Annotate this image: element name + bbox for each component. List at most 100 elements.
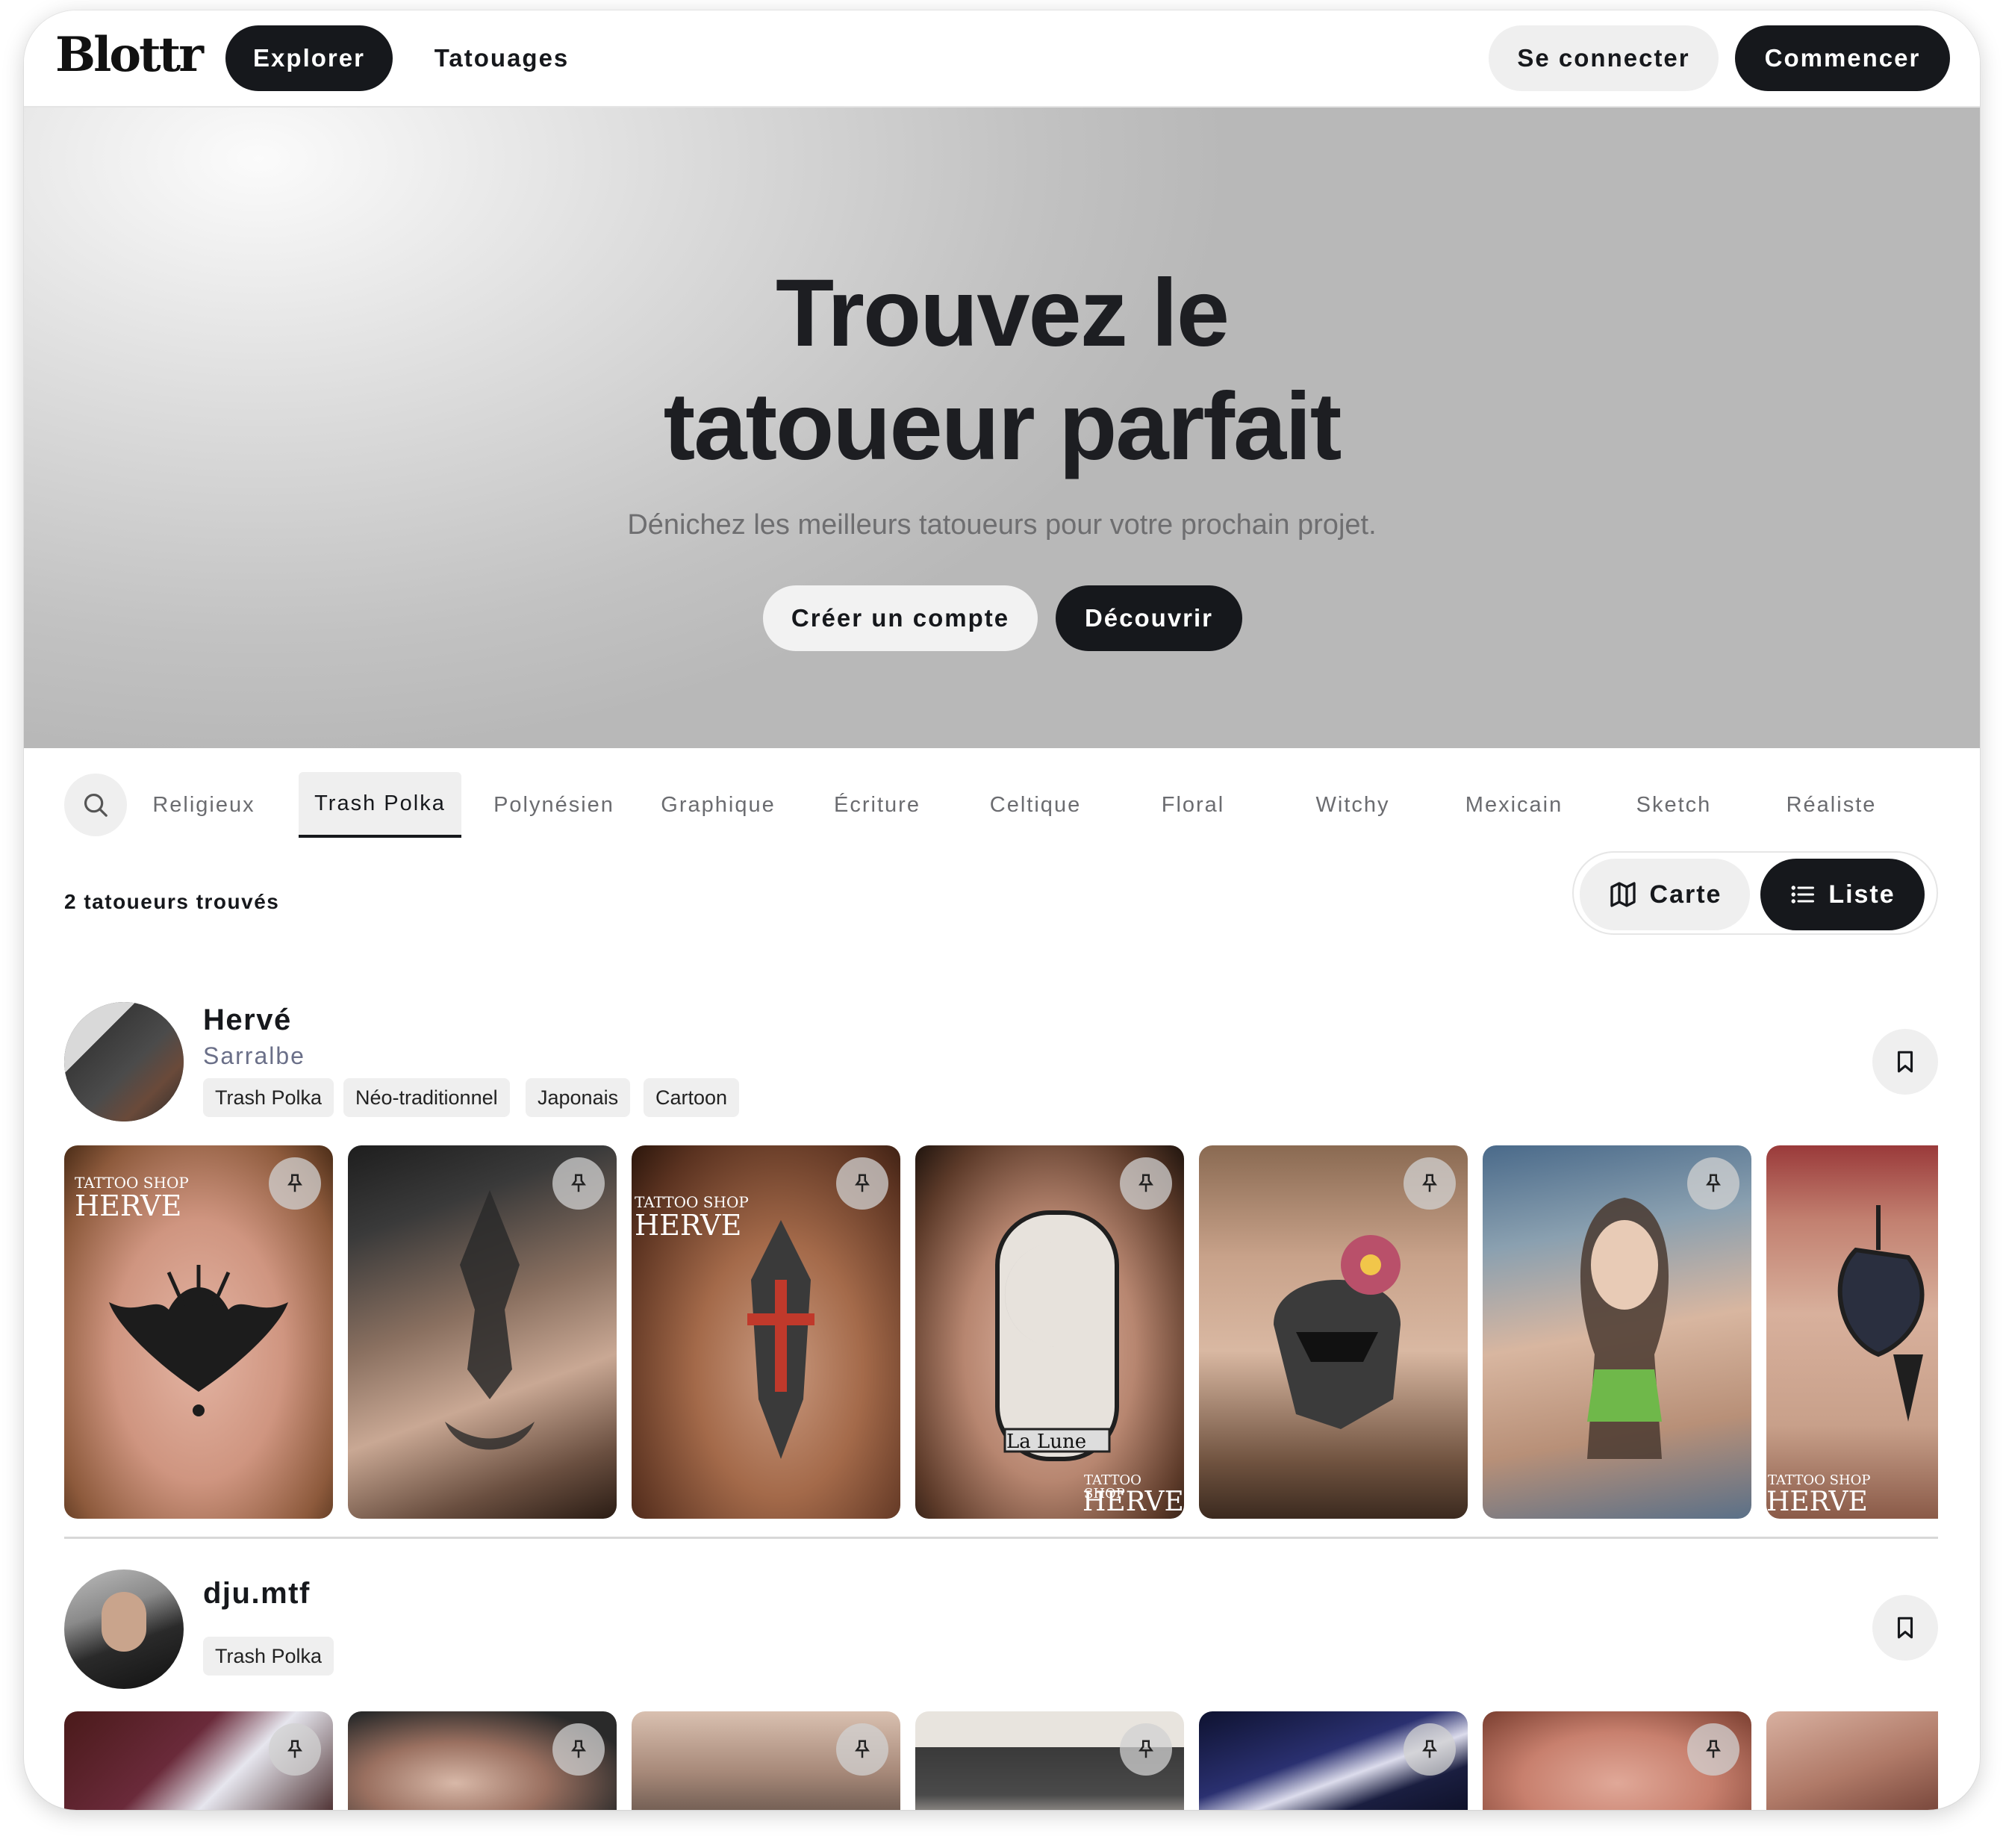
pin-button[interactable] xyxy=(1120,1157,1172,1210)
login-button[interactable]: Se connecter xyxy=(1489,25,1719,91)
category-mexicain[interactable]: Mexicain xyxy=(1454,772,1574,838)
avatar-photo xyxy=(102,1592,146,1652)
artist-name[interactable]: dju.mtf xyxy=(203,1577,311,1611)
hero-title-line1: Trouvez le xyxy=(776,260,1230,367)
watermark-shop: TATTOO SHOP xyxy=(635,1193,749,1211)
map-icon xyxy=(1610,882,1636,907)
logo[interactable]: Blottr xyxy=(55,27,204,83)
artist-tag: Japonais xyxy=(526,1078,631,1117)
pin-icon xyxy=(287,1740,302,1758)
watermark-name: HERVE xyxy=(1766,1487,1868,1517)
category-floral[interactable]: Floral xyxy=(1141,772,1245,838)
artist-tag: Trash Polka xyxy=(203,1078,334,1117)
tattoo-thumbnail[interactable] xyxy=(348,1145,617,1519)
pin-button[interactable] xyxy=(1120,1723,1172,1776)
tattoo-art xyxy=(747,1220,814,1459)
pin-button[interactable] xyxy=(1687,1157,1739,1210)
category-polynesien[interactable]: Polynésien xyxy=(487,772,621,838)
artist-name[interactable]: Hervé xyxy=(203,1004,292,1037)
pin-icon xyxy=(1138,1174,1153,1192)
bookmark-button[interactable] xyxy=(1872,1029,1938,1095)
pin-button[interactable] xyxy=(1404,1723,1456,1776)
map-view-button[interactable]: Carte xyxy=(1580,859,1750,930)
hero-title-line2: tatoueur parfait xyxy=(663,373,1342,480)
category-realiste[interactable]: Réaliste xyxy=(1775,772,1887,838)
artist-divider xyxy=(64,1537,1938,1539)
avatar[interactable] xyxy=(64,1002,184,1121)
bookmark-icon xyxy=(1897,1617,1913,1639)
pin-button[interactable] xyxy=(552,1157,605,1210)
bookmark-icon xyxy=(1897,1051,1913,1073)
tattoo-thumbnail[interactable]: TATTOO SHOP HERVE xyxy=(64,1145,333,1519)
pin-icon xyxy=(1706,1174,1721,1192)
bookmark-button[interactable] xyxy=(1872,1595,1938,1661)
pin-icon xyxy=(287,1174,302,1192)
tattoo-thumbnail[interactable] xyxy=(1199,1145,1468,1519)
artist-tag: Trash Polka xyxy=(203,1637,334,1676)
pin-button[interactable] xyxy=(552,1723,605,1776)
pin-button[interactable] xyxy=(1404,1157,1456,1210)
watermark-name: HERVE xyxy=(75,1189,182,1222)
artist-tag: Cartoon xyxy=(644,1078,740,1117)
start-button[interactable]: Commencer xyxy=(1735,25,1950,91)
search-icon xyxy=(84,793,108,817)
tattoo-art xyxy=(1274,1235,1401,1429)
list-icon xyxy=(1791,886,1815,903)
tattoo-thumbnail[interactable]: La Lune TATTOO SHOP HERVE xyxy=(915,1145,1184,1519)
category-witchy[interactable]: Witchy xyxy=(1300,772,1405,838)
artist-city: Sarralbe xyxy=(203,1042,305,1069)
pin-icon xyxy=(1706,1740,1721,1758)
tattoo-thumbnail[interactable] xyxy=(632,1711,900,1810)
tattoo-thumbnail[interactable] xyxy=(64,1711,333,1810)
tattoo-thumbnail[interactable] xyxy=(915,1711,1184,1810)
view-toggle: Carte Liste xyxy=(1572,851,1938,935)
tattoo-thumbnail[interactable] xyxy=(1483,1145,1751,1519)
category-celtique[interactable]: Celtique xyxy=(979,772,1091,838)
watermark-text: La Lune xyxy=(1006,1431,1087,1453)
tattoo-thumbnail[interactable] xyxy=(1483,1711,1751,1810)
tattoo-thumbnail[interactable]: TATTOO SHOP HERVE xyxy=(632,1145,900,1519)
hero-title: Trouvez le tatoueur parfait xyxy=(24,257,1980,484)
tattoo-art xyxy=(1580,1198,1669,1459)
discover-button[interactable]: Découvrir xyxy=(1056,585,1242,651)
list-view-label: Liste xyxy=(1828,880,1895,909)
tattoo-thumbnail[interactable]: TATTOO SHOP HERVE xyxy=(1766,1145,1938,1519)
tattoo-thumbnail[interactable] xyxy=(1199,1711,1468,1810)
create-account-button[interactable]: Créer un compte xyxy=(763,585,1038,651)
pin-icon xyxy=(855,1174,870,1192)
category-religieux[interactable]: Religieux xyxy=(148,772,260,838)
tattoo-art xyxy=(1837,1205,1925,1422)
tattoo-thumbnail[interactable] xyxy=(1766,1711,1938,1810)
avatar[interactable] xyxy=(64,1569,184,1689)
artist-tag: Néo-traditionnel xyxy=(343,1078,510,1117)
list-view-button[interactable]: Liste xyxy=(1760,859,1925,930)
hero-banner: Trouvez le tatoueur parfait Dénichez les… xyxy=(24,108,1980,748)
results-count: 2 tatoueurs trouvés xyxy=(64,890,280,913)
category-graphique[interactable]: Graphique xyxy=(651,772,785,838)
pin-icon xyxy=(1422,1740,1437,1758)
pin-icon xyxy=(855,1740,870,1758)
pin-button[interactable] xyxy=(836,1157,888,1210)
pin-icon xyxy=(1422,1174,1437,1192)
tattoo-thumbnail[interactable] xyxy=(348,1711,617,1810)
tattoos-link[interactable]: Tatouages xyxy=(427,25,576,91)
explore-button[interactable]: Explorer xyxy=(225,25,393,91)
watermark-shop: TATTOO SHOP xyxy=(75,1174,189,1192)
category-sketch[interactable]: Sketch xyxy=(1622,772,1726,838)
category-search-button[interactable] xyxy=(64,774,127,836)
watermark-name: HERVE xyxy=(1083,1487,1184,1517)
pin-button[interactable] xyxy=(269,1157,321,1210)
hero-subtitle: Dénichez les meilleurs tatoueurs pour vo… xyxy=(627,509,1377,541)
category-ecriture[interactable]: Écriture xyxy=(821,772,933,838)
pin-icon xyxy=(1138,1740,1153,1758)
browser-frame: Blottr Explorer Tatouages Se connecter C… xyxy=(24,10,1980,1810)
avatar-photo xyxy=(64,1002,184,1121)
pin-button[interactable] xyxy=(1687,1723,1739,1776)
category-trash-polka[interactable]: Trash Polka xyxy=(299,772,461,838)
map-view-label: Carte xyxy=(1649,880,1722,909)
pin-icon xyxy=(571,1174,586,1192)
pin-button[interactable] xyxy=(836,1723,888,1776)
pin-icon xyxy=(571,1740,586,1758)
tattoo-art xyxy=(109,1265,288,1416)
pin-button[interactable] xyxy=(269,1723,321,1776)
